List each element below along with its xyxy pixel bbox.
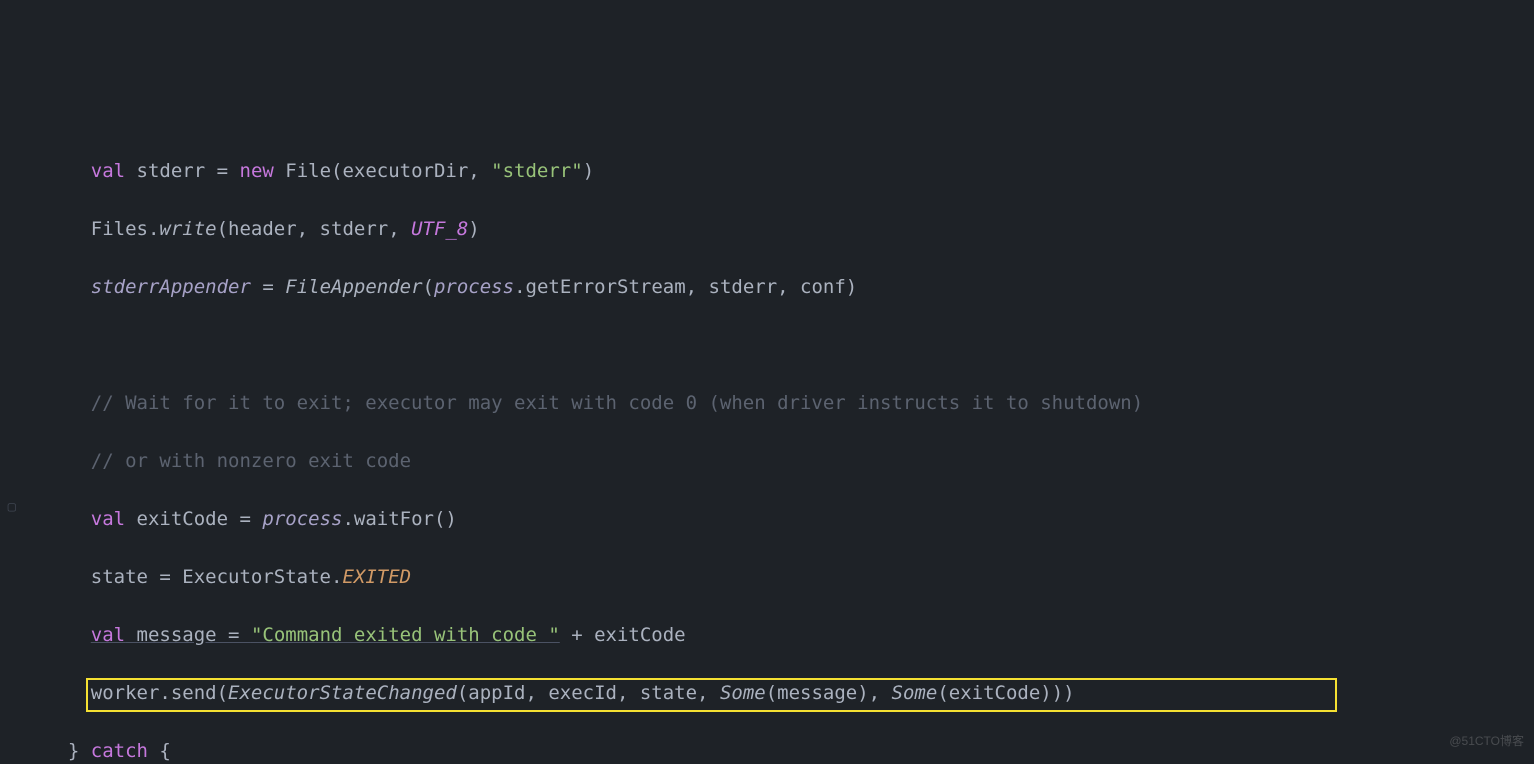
gutter-icon [0, 319, 20, 348]
code-line: stderrAppender = FileAppender(process.ge… [45, 273, 1534, 302]
gutter-icon [0, 58, 20, 87]
string-literal: "stderr" [491, 160, 583, 182]
code-line-highlighted: worker.send(ExecutorStateChanged(appId, … [45, 679, 1534, 708]
code-line-blank [45, 331, 1534, 360]
keyword-new: new [240, 160, 274, 182]
code-area[interactable]: val stderr = new File(executorDir, "stde… [0, 128, 1534, 764]
code-line: val exitCode = process.waitFor() [45, 505, 1534, 534]
gutter-icon [0, 406, 20, 435]
code-line: Files.write(header, stderr, UTF_8) [45, 215, 1534, 244]
code-line: val stderr = new File(executorDir, "stde… [45, 157, 1534, 186]
gutter-icon [0, 667, 20, 696]
code-line: // Wait for it to exit; executor may exi… [45, 389, 1534, 418]
watermark: @51CTO博客 [1449, 727, 1524, 756]
gutter: ▢ ▢ ▢ [0, 0, 20, 764]
bookmark-icon: ▢ [0, 493, 20, 522]
gutter-icon [0, 754, 20, 764]
keyword-catch: catch [91, 740, 148, 762]
code-line: // or with nonzero exit code [45, 447, 1534, 476]
code-line: } catch { [45, 737, 1534, 764]
comment: // Wait for it to exit; executor may exi… [91, 392, 1143, 414]
code-line: state = ExecutorState.EXITED [45, 563, 1534, 592]
code-editor[interactable]: ▢ ▢ ▢ val stderr = new File(executorDir,… [0, 0, 1534, 764]
code-line: val message = "Command exited with code … [45, 621, 1534, 650]
gutter-icon [0, 580, 20, 609]
gutter-icon [0, 232, 20, 261]
keyword-val: val [91, 624, 125, 646]
comment: // or with nonzero exit code [91, 450, 411, 472]
keyword-val: val [91, 508, 125, 530]
string-literal: "Command exited with code " [251, 624, 560, 646]
keyword-val: val [91, 160, 125, 182]
gutter-icon [0, 145, 20, 174]
